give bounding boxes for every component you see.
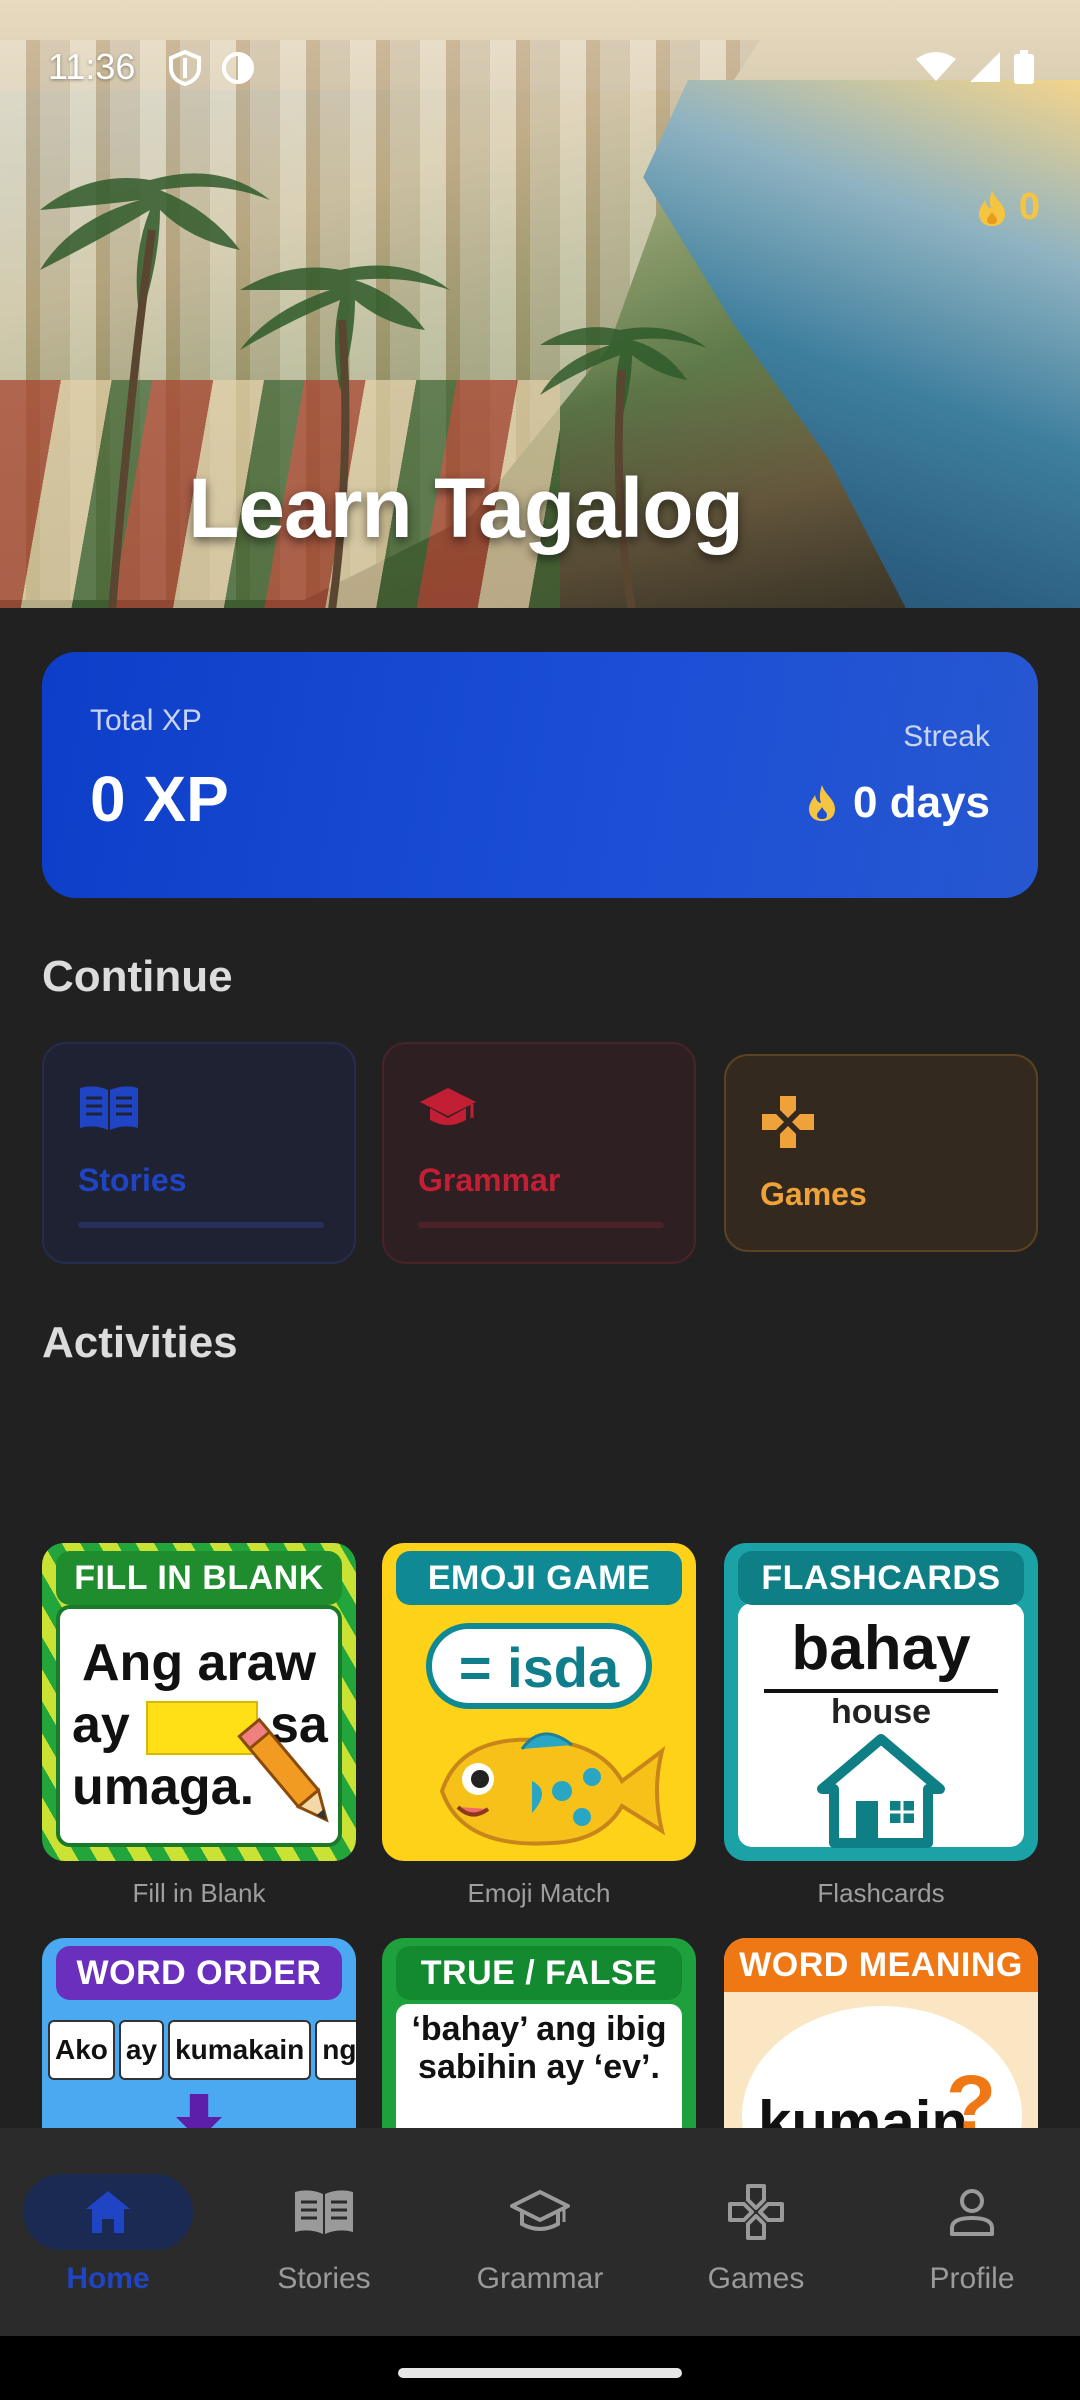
activity-tile-flashcards[interactable]: FLASHCARDS bahay house xyxy=(724,1543,1038,1861)
continue-card-label: Stories xyxy=(78,1162,187,1198)
home-gesture-handle[interactable] xyxy=(398,2368,682,2378)
nav-icon-pill xyxy=(455,2174,625,2250)
activities-section-title: Activities xyxy=(42,1318,238,1367)
activity-tile-emoji-match[interactable]: EMOJI GAME = isda xyxy=(382,1543,696,1861)
nav-icon-pill xyxy=(23,2174,193,2250)
speech-bubble: = isda xyxy=(426,1623,652,1709)
continue-card-stories[interactable]: Stories xyxy=(42,1042,356,1264)
hero-title: Learn Tagalog xyxy=(188,461,744,555)
tile-text: ay xyxy=(72,1696,130,1754)
status-bar: 11:36 xyxy=(0,0,1080,130)
nav-item-grammar[interactable]: Grammar xyxy=(432,2128,648,2336)
flashcard-word: bahay xyxy=(791,1614,971,1683)
streak-value: 0 days xyxy=(853,778,990,827)
tile-text: Ang araw xyxy=(82,1634,317,1692)
word-chips: Ako ay kumakain ngayon xyxy=(48,2020,356,2080)
tile-banner: WORD MEANING xyxy=(724,1938,1038,1992)
tile-banner: WORD ORDER xyxy=(56,1946,342,2000)
tile-banner: TRUE / FALSE xyxy=(396,1946,682,2000)
continue-section-title: Continue xyxy=(42,952,233,1001)
nav-icon-pill xyxy=(887,2174,1057,2250)
activity-tile-fill-in-blank[interactable]: FILL IN BLANK Ang araw ay sa umaga. xyxy=(42,1543,356,1861)
fish-icon xyxy=(439,1732,666,1846)
word-chip: ngayon xyxy=(315,2020,356,2080)
progress-bar xyxy=(78,1222,324,1228)
status-system-icons xyxy=(916,50,1034,84)
nav-item-stories[interactable]: Stories xyxy=(216,2128,432,2336)
shield-icon xyxy=(169,50,201,86)
xp-summary-card[interactable]: Total XP 0 XP Streak 0 days xyxy=(42,652,1038,898)
nav-icon-pill xyxy=(239,2174,409,2250)
nav-item-profile[interactable]: Profile xyxy=(864,2128,1080,2336)
house-icon xyxy=(817,1734,945,1848)
nav-item-games[interactable]: Games xyxy=(648,2128,864,2336)
graduation-cap-icon xyxy=(420,1088,476,1125)
nav-label: Stories xyxy=(277,2262,371,2295)
bubble-text: = isda xyxy=(458,1636,620,1699)
nav-label: Grammar xyxy=(476,2262,604,2295)
graduation-cap-icon xyxy=(510,2190,570,2231)
system-gesture-bar xyxy=(0,2336,1080,2400)
home-icon xyxy=(86,2191,130,2233)
xp-value: 0 XP xyxy=(90,763,229,835)
nav-label: Home xyxy=(66,2262,150,2295)
activity-caption: Emoji Match xyxy=(467,1878,611,1908)
wifi-icon xyxy=(916,52,956,81)
flame-icon xyxy=(978,189,1005,226)
word-chip: Ako xyxy=(48,2020,115,2080)
book-icon xyxy=(80,1086,138,1130)
streak-row: 0 days xyxy=(805,778,990,828)
continue-card-label: Games xyxy=(760,1176,867,1212)
bottom-navigation: Home Stories Grammar Games Profile xyxy=(0,2128,1080,2336)
gamepad-icon xyxy=(762,1096,814,1148)
true-false-question: ‘bahay’ ang ibig sabihin ay ‘ev’. xyxy=(411,2010,667,2086)
continue-card-grammar[interactable]: Grammar xyxy=(382,1042,696,1264)
hero-streak-count: 0 xyxy=(1018,186,1040,228)
activity-caption: Fill in Blank xyxy=(132,1878,266,1908)
status-time: 11:36 xyxy=(48,46,136,87)
flame-icon xyxy=(809,785,836,821)
continue-card-label: Grammar xyxy=(418,1162,561,1198)
activity-caption: Flashcards xyxy=(817,1878,945,1908)
xp-label: Total XP xyxy=(90,704,202,737)
word-chip: ay xyxy=(118,2020,165,2080)
flashcard-meaning: house xyxy=(830,1693,932,1731)
battery-icon xyxy=(1014,50,1034,84)
signal-icon xyxy=(970,52,1000,82)
status-notification-icons xyxy=(168,50,256,86)
progress-bar xyxy=(418,1222,664,1228)
nav-label: Profile xyxy=(929,2262,1015,2295)
tile-banner: FLASHCARDS xyxy=(738,1551,1024,1605)
continue-card-games[interactable]: Games xyxy=(724,1054,1038,1252)
word-chip: kumakain xyxy=(168,2020,312,2080)
circle-status-icon xyxy=(222,52,254,84)
streak-label: Streak xyxy=(903,720,990,753)
nav-icon-pill xyxy=(671,2174,841,2250)
hero-streak-indicator[interactable]: 0 xyxy=(975,186,1040,229)
tile-banner: EMOJI GAME xyxy=(396,1551,682,1605)
nav-label: Games xyxy=(707,2262,805,2295)
pencil-icon xyxy=(237,1717,329,1823)
gamepad-icon xyxy=(728,2184,784,2240)
book-icon xyxy=(295,2190,353,2234)
nav-item-home[interactable]: Home xyxy=(0,2128,216,2336)
person-icon xyxy=(950,2189,994,2236)
tile-banner: FILL IN BLANK xyxy=(56,1551,342,1605)
